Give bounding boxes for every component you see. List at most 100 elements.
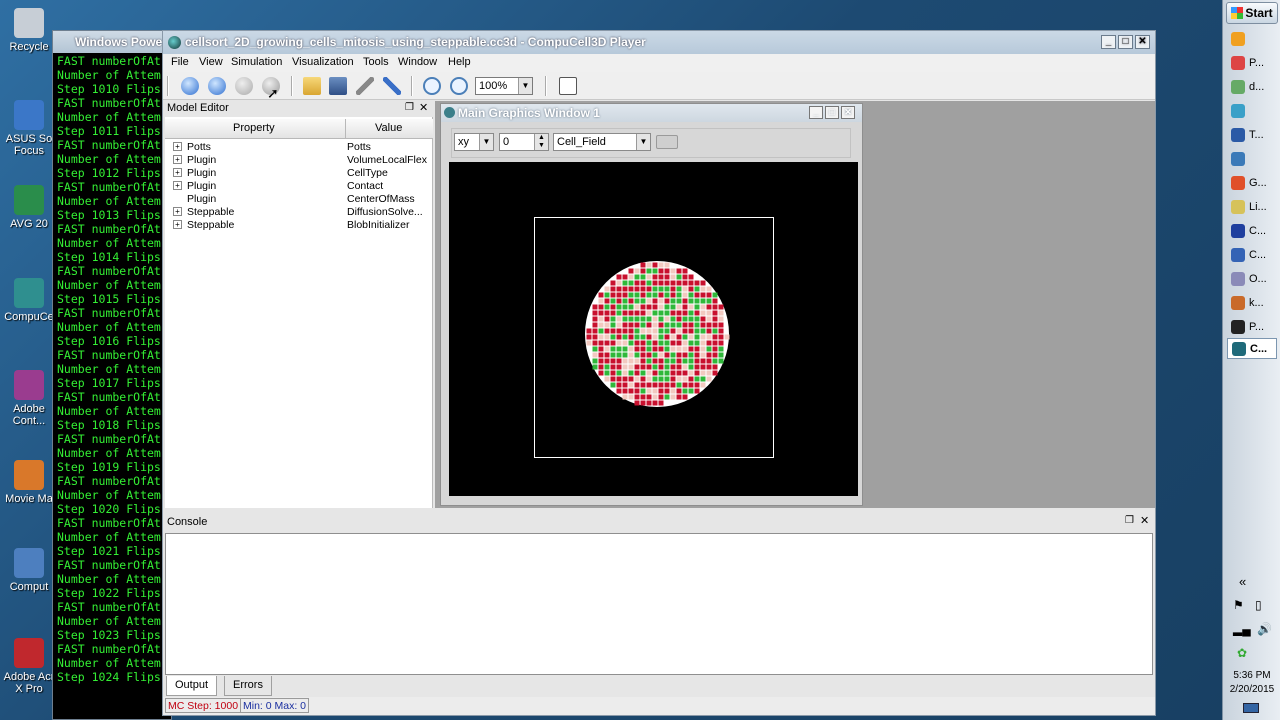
- run-icon[interactable]: [181, 77, 199, 95]
- cell: [688, 310, 694, 316]
- menu-help[interactable]: Help: [448, 56, 471, 68]
- graphics-minimize-button[interactable]: _: [809, 106, 823, 119]
- menu-file[interactable]: File: [171, 56, 189, 68]
- tree-row[interactable]: Plugin CenterOfMass: [165, 193, 433, 206]
- close-button[interactable]: ✕: [1135, 35, 1150, 49]
- taskbar-item[interactable]: T...: [1227, 124, 1277, 145]
- expand-icon[interactable]: +: [173, 168, 182, 177]
- tree-row[interactable]: + Steppable DiffusionSolve...: [165, 206, 433, 219]
- show-hidden-icons[interactable]: «: [1239, 574, 1246, 589]
- menu-view[interactable]: View: [199, 56, 223, 68]
- main-graphics-window[interactable]: Main Graphics Window 1 _ □ ✕ xy ▼ 0 ▲ ▼ C…: [440, 103, 863, 506]
- tree-row[interactable]: + Plugin VolumeLocalFlex: [165, 154, 433, 167]
- taskbar-item[interactable]: C...: [1227, 338, 1277, 359]
- close-panel-icon[interactable]: ✕: [419, 101, 428, 114]
- compucell3d-player-window[interactable]: cellsort_2D_growing_cells_mitosis_using_…: [162, 30, 1156, 716]
- expand-icon[interactable]: +: [173, 181, 182, 190]
- volume-icon[interactable]: 🔊: [1257, 622, 1272, 636]
- expand-icon[interactable]: +: [173, 207, 182, 216]
- flag-icon[interactable]: ⚑: [1233, 598, 1244, 612]
- tree-row[interactable]: + Plugin CellType: [165, 167, 433, 180]
- tab-errors[interactable]: Errors: [224, 676, 272, 696]
- zoom-out-icon[interactable]: [450, 77, 468, 95]
- taskbar-item[interactable]: P...: [1227, 316, 1277, 337]
- cell: [700, 316, 706, 322]
- taskbar-item[interactable]: [1227, 100, 1277, 121]
- expand-icon[interactable]: +: [173, 142, 182, 151]
- clock-date[interactable]: 2/20/2015: [1225, 684, 1279, 695]
- taskbar-item[interactable]: [1227, 28, 1277, 49]
- tab-output[interactable]: Output: [166, 676, 218, 696]
- menu-visualization[interactable]: Visualization: [292, 56, 354, 68]
- taskbar-item[interactable]: C...: [1227, 244, 1277, 265]
- desktop-icon[interactable]: ASUS So Focus: [0, 100, 60, 157]
- start-button[interactable]: Start: [1226, 2, 1278, 24]
- menu-simulation[interactable]: Simulation: [231, 56, 282, 68]
- graphics-maximize-button[interactable]: □: [825, 106, 839, 119]
- save-icon[interactable]: [329, 77, 347, 95]
- network-icon[interactable]: ▂▄: [1233, 622, 1251, 636]
- camera-icon[interactable]: [656, 135, 678, 149]
- console-output-area[interactable]: [165, 533, 1153, 675]
- tree-row[interactable]: + Potts Potts: [165, 141, 433, 154]
- column-header-property[interactable]: Property: [233, 122, 275, 134]
- taskbar-item[interactable]: d...: [1227, 76, 1277, 97]
- step-icon[interactable]: [208, 77, 226, 95]
- graphics-canvas[interactable]: [449, 162, 858, 496]
- tools-icon[interactable]: [356, 77, 374, 95]
- taskbar-item[interactable]: [1227, 148, 1277, 169]
- show-desktop-icon[interactable]: [1243, 703, 1259, 713]
- clock-time[interactable]: 5:36 PM: [1227, 670, 1277, 681]
- zoom-in-icon[interactable]: [423, 77, 441, 95]
- open-folder-icon[interactable]: [303, 77, 321, 95]
- cell: [622, 352, 628, 358]
- powershell-window[interactable]: Windows Powe FAST numberOfAt Number of At…: [52, 30, 173, 720]
- new-window-icon[interactable]: [559, 77, 577, 95]
- desktop-icon[interactable]: Recycle: [0, 8, 60, 53]
- powershell-title[interactable]: Windows Powe: [53, 31, 173, 53]
- taskbar-item[interactable]: C...: [1227, 220, 1277, 241]
- expand-icon[interactable]: +: [173, 220, 182, 229]
- battery-icon[interactable]: ▯: [1255, 598, 1262, 612]
- tree-row[interactable]: + Steppable BlobInitializer: [165, 219, 433, 232]
- desktop-icon[interactable]: CompuCe: [0, 278, 60, 323]
- column-header-value[interactable]: Value: [375, 122, 402, 134]
- float-panel-icon[interactable]: ❐: [405, 102, 414, 113]
- expand-icon[interactable]: +: [173, 155, 182, 164]
- desktop-icon[interactable]: Adobe Cont...: [0, 370, 60, 427]
- position-spinbox[interactable]: 0 ▲ ▼: [499, 133, 549, 151]
- desktop-icon[interactable]: Adobe Acr X Pro: [0, 638, 60, 695]
- cell: [670, 364, 676, 370]
- desktop-icon[interactable]: Movie Ma: [0, 460, 60, 505]
- plane-select[interactable]: xy ▼: [454, 133, 494, 151]
- cell: [652, 292, 658, 298]
- graphics-close-button[interactable]: ✕: [841, 106, 855, 119]
- maximize-button[interactable]: □: [1118, 35, 1133, 49]
- spinner-arrows-icon[interactable]: ▲ ▼: [534, 134, 548, 150]
- tree-row[interactable]: + Plugin Contact: [165, 180, 433, 193]
- edit-pencil-icon[interactable]: [383, 77, 401, 95]
- cell: [670, 328, 676, 334]
- taskbar-item[interactable]: P...: [1227, 52, 1277, 73]
- pause-icon[interactable]: [235, 77, 253, 95]
- menu-tools[interactable]: Tools: [363, 56, 389, 68]
- console-float-icon[interactable]: ❐: [1125, 515, 1134, 526]
- chevron-down-icon[interactable]: ▼: [518, 78, 532, 94]
- console-close-icon[interactable]: ✕: [1140, 514, 1149, 527]
- title-bar[interactable]: cellsort_2D_growing_cells_mitosis_using_…: [163, 31, 1155, 54]
- desktop-icon[interactable]: AVG 20: [0, 185, 60, 230]
- taskbar-item[interactable]: G...: [1227, 172, 1277, 193]
- gear-icon[interactable]: ✿: [1237, 646, 1247, 660]
- chevron-down-icon[interactable]: ▼: [479, 134, 493, 150]
- taskbar-item[interactable]: O...: [1227, 268, 1277, 289]
- cell: [664, 274, 670, 280]
- zoom-combobox[interactable]: 100% ▼: [475, 77, 533, 95]
- minimize-button[interactable]: _: [1101, 35, 1116, 49]
- menu-window[interactable]: Window: [398, 56, 437, 68]
- desktop-icon[interactable]: Comput: [0, 548, 60, 593]
- chevron-down-icon[interactable]: ▼: [636, 134, 650, 150]
- graphics-window-title-bar[interactable]: Main Graphics Window 1 _ □ ✕: [441, 104, 862, 122]
- taskbar-item[interactable]: Li...: [1227, 196, 1277, 217]
- field-select[interactable]: Cell_Field ▼: [553, 133, 651, 151]
- taskbar-item[interactable]: k...: [1227, 292, 1277, 313]
